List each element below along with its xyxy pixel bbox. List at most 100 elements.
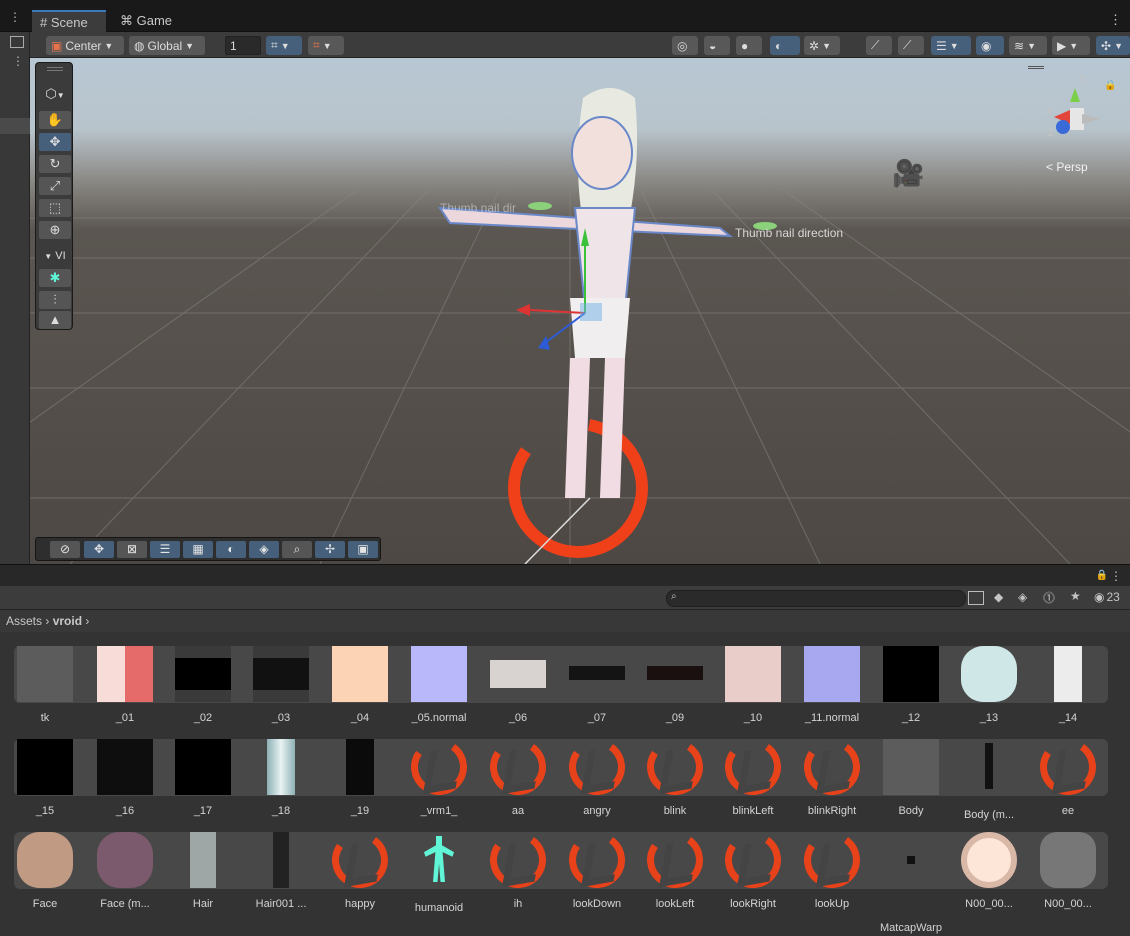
vrm-tools-dropdown[interactable]: ▼ VI xyxy=(39,247,71,265)
asset-item[interactable]: _06 xyxy=(479,646,557,724)
visibility-toggle[interactable]: ◉ xyxy=(976,36,1004,55)
asset-item[interactable]: aa xyxy=(479,734,557,817)
asset-item[interactable]: Face (m... xyxy=(86,832,164,910)
tab-scene[interactable]: # Scene xyxy=(32,10,106,32)
favorite-star-icon[interactable]: ★ xyxy=(1070,589,1081,603)
rotate-tool-button[interactable]: ↻ xyxy=(39,155,71,173)
unlit-shading-button[interactable]: ● xyxy=(736,36,762,55)
search-overlay-button[interactable]: ⌕ xyxy=(282,541,312,558)
space-dropdown[interactable]: ◍ Global ▼ xyxy=(129,36,205,55)
asset-item[interactable]: _18 xyxy=(242,739,320,817)
increment-snap-toggle[interactable]: ⌗ ▼ xyxy=(308,36,344,55)
grid-snap-field[interactable]: 1 xyxy=(225,36,261,55)
asset-item[interactable]: _09 xyxy=(636,646,714,724)
warning-icon[interactable]: ⓵ xyxy=(1043,589,1055,606)
camera-overlay-button[interactable]: ▣ xyxy=(348,541,378,558)
asset-item[interactable]: lookLeft xyxy=(636,827,714,910)
grid-snap-toggle[interactable]: ⌗ ▼ xyxy=(266,36,302,55)
more-options-icon[interactable]: ⋮ xyxy=(1109,12,1122,28)
asset-item[interactable]: blink xyxy=(636,734,714,817)
move-tool-button[interactable]: ✥ xyxy=(39,133,71,151)
drag-handle[interactable] xyxy=(1028,66,1044,69)
asset-item[interactable]: lookUp xyxy=(793,827,871,910)
asset-item[interactable]: MatcapWarp xyxy=(872,832,950,934)
asset-item[interactable]: blinkRight xyxy=(793,734,871,817)
asset-item[interactable]: _01 xyxy=(86,646,164,724)
asset-item[interactable]: _07 xyxy=(558,646,636,724)
asset-item[interactable]: _11.normal xyxy=(793,646,871,724)
asset-item[interactable]: N00_00... xyxy=(950,832,1028,910)
asset-item[interactable]: _13 xyxy=(950,646,1028,724)
debug-draw-mode-dropdown[interactable]: ✲ ▼ xyxy=(804,36,840,55)
camera-gizmo-icon[interactable]: 🎥 xyxy=(892,158,924,189)
lighting-toggle[interactable]: ⟋ xyxy=(898,36,924,55)
asset-item[interactable]: _04 xyxy=(321,646,399,724)
tool-context-dropdown[interactable]: ⬡▼ xyxy=(39,85,71,103)
wireframe-shading-button[interactable]: ◎ xyxy=(672,36,698,55)
drag-handle[interactable] xyxy=(47,67,63,71)
asset-item[interactable]: ee xyxy=(1029,734,1107,817)
asset-item[interactable]: lookRight xyxy=(714,827,792,910)
hidden-count[interactable]: ◉ 23 xyxy=(1094,590,1120,604)
asset-item[interactable]: Body (m... xyxy=(950,739,1028,821)
lock-icon[interactable]: 🔒 xyxy=(1104,80,1116,91)
asset-item[interactable]: Face xyxy=(6,832,84,910)
asset-item[interactable]: tk xyxy=(6,646,84,724)
asset-item[interactable]: ih xyxy=(479,827,557,910)
snap-overlay-button[interactable]: ▦ xyxy=(183,541,213,558)
move-overlay-button[interactable]: ✥ xyxy=(84,541,114,558)
more-options-icon[interactable]: ⋮ xyxy=(12,54,24,68)
breadcrumb-assets[interactable]: Assets xyxy=(6,614,42,628)
layers-dropdown[interactable]: ≋ ▼ xyxy=(1009,36,1047,55)
lock-icon[interactable]: 🔒 xyxy=(1096,570,1108,581)
asset-item[interactable]: _19 xyxy=(321,739,399,817)
tab-game[interactable]: ⌘ Game xyxy=(112,10,182,32)
asset-item[interactable]: blinkLeft xyxy=(714,734,792,817)
asset-item[interactable]: _05.normal xyxy=(400,646,478,724)
more-options-icon[interactable]: ⋮ xyxy=(1110,569,1122,583)
sliders-tool-button[interactable]: ⫶ xyxy=(39,291,71,309)
search-by-type-icon[interactable] xyxy=(968,591,984,605)
asset-item[interactable]: _16 xyxy=(86,739,164,817)
asset-item[interactable]: N00_00... xyxy=(1029,832,1107,910)
layers-overlay-button[interactable]: ◈ xyxy=(249,541,279,558)
maximize-icon[interactable] xyxy=(10,36,24,48)
asset-item[interactable]: _14 xyxy=(1029,646,1107,724)
camera-dropdown[interactable]: ▶ ▼ xyxy=(1052,36,1090,55)
breadcrumb-vroid[interactable]: vroid xyxy=(53,614,82,628)
asset-item[interactable]: Hair xyxy=(164,832,242,910)
asset-item[interactable]: _03 xyxy=(242,646,320,724)
scale-tool-button[interactable]: ⤢ xyxy=(39,177,71,195)
more-options-icon[interactable]: ⋮ xyxy=(0,10,30,24)
asset-item[interactable]: _15 xyxy=(6,739,84,817)
persp-label[interactable]: < Persp xyxy=(1046,160,1088,174)
asset-item[interactable]: Body xyxy=(872,739,950,817)
filter-type-icon[interactable]: ◆ xyxy=(994,590,1003,604)
asset-item[interactable]: humanoid xyxy=(400,832,478,914)
search-input[interactable]: ⌕ xyxy=(666,590,966,607)
humanoid-tool-button[interactable]: ✱ xyxy=(39,269,71,287)
frame-button[interactable]: ⊠ xyxy=(117,541,147,558)
hand-tool-button[interactable]: ✋ xyxy=(39,111,71,129)
asset-item[interactable]: _10 xyxy=(714,646,792,724)
rect-tool-button[interactable]: ⬚ xyxy=(39,199,71,217)
pivot-dropdown[interactable]: ▣ Center ▼ xyxy=(46,36,124,55)
align-button[interactable]: ☰ xyxy=(150,541,180,558)
transform-tool-button[interactable]: ⊕ xyxy=(39,221,71,239)
2d-toggle[interactable]: ⟋ xyxy=(866,36,892,55)
shaded-wireframe-button[interactable]: ◒ xyxy=(704,36,730,55)
asset-item[interactable]: lookDown xyxy=(558,827,636,910)
hierarchy-row[interactable] xyxy=(0,118,30,134)
scene-viewport[interactable]: Thumb nail direction Thumb nail dir 🎥 y … xyxy=(30,58,1130,564)
label-tag-icon[interactable]: ◈ xyxy=(1018,590,1027,604)
asset-item[interactable]: Hair001 ... xyxy=(242,832,320,910)
asset-item[interactable]: happy xyxy=(321,827,399,910)
orientation-gizmo[interactable]: y x z 🔒 < Persp xyxy=(1040,70,1116,174)
asset-item[interactable]: _17 xyxy=(164,739,242,817)
asset-item[interactable]: _12 xyxy=(872,646,950,724)
asset-item[interactable]: _vrm1_ xyxy=(400,734,478,817)
asset-item[interactable]: angry xyxy=(558,734,636,817)
look-at-tool-button[interactable]: ▲ xyxy=(39,311,71,329)
shaded-button[interactable]: ◐ xyxy=(770,36,800,55)
pivot-overlay-button[interactable]: ✢ xyxy=(315,541,345,558)
